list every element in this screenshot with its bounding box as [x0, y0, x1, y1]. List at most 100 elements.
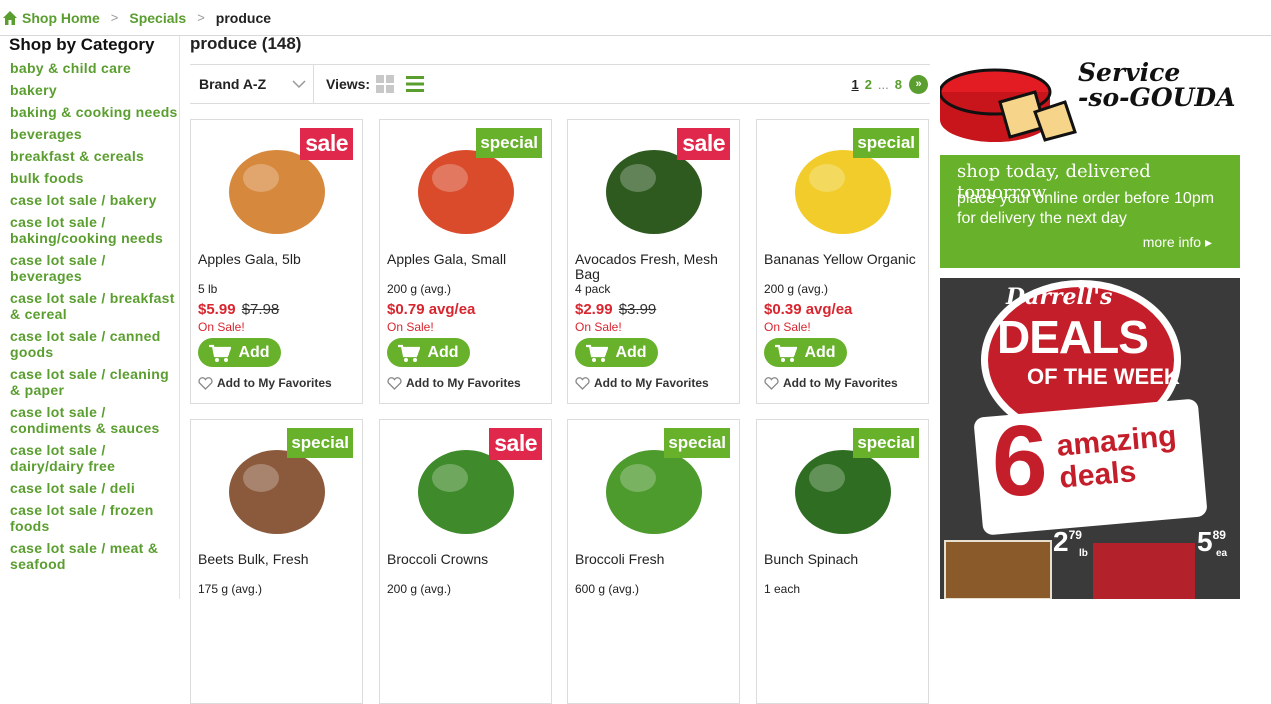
sidebar-item-baking-cooking-needs[interactable]: baking & cooking needs	[10, 104, 179, 120]
product-card[interactable]: sale Avocados Fresh, Mesh Bag 4 pack $2.99 …	[567, 119, 740, 404]
sidebar-item-case-lot-canned[interactable]: case lot sale / canned goods	[10, 328, 179, 360]
add-to-cart-button[interactable]: Add	[387, 338, 470, 367]
page-title: produce (148)	[190, 34, 302, 53]
product-size: 200 g (avg.)	[764, 282, 829, 296]
page-2-link[interactable]: 2	[865, 77, 872, 92]
product-image-cans	[1093, 543, 1195, 599]
favorites-label: Add to My Favorites	[406, 376, 521, 390]
sidebar-item-case-lot-bakery[interactable]: case lot sale / bakery	[10, 192, 179, 208]
product-name[interactable]: Apples Gala, Small	[387, 252, 547, 267]
add-to-favorites-link[interactable]: Add to My Favorites	[198, 376, 332, 390]
cheese-wheel-icon	[940, 68, 1077, 142]
product-name[interactable]: Bananas Yellow Organic	[764, 252, 924, 267]
product-name[interactable]: Broccoli Fresh	[575, 552, 735, 567]
on-sale-label: On Sale!	[387, 320, 434, 334]
product-price: $0.39 avg/ea	[764, 301, 852, 318]
brand-line-1: Service	[1078, 58, 1181, 87]
sidebar-item-case-lot-cleaning[interactable]: case lot sale / cleaning & paper	[10, 366, 179, 398]
breadcrumb-current: produce	[215, 9, 272, 26]
sort-dropdown[interactable]: Brand A-Z	[190, 65, 314, 103]
sidebar-item-case-lot-frozen[interactable]: case lot sale / frozen foods	[10, 502, 179, 534]
deal-price-1-main: 2	[1053, 526, 1069, 557]
add-button-label: Add	[615, 343, 647, 361]
page-1-link[interactable]: 1	[851, 77, 858, 92]
add-button-label: Add	[427, 343, 459, 361]
more-info-link[interactable]: more info ▸	[1143, 234, 1212, 251]
home-icon	[3, 10, 17, 25]
add-button-label: Add	[804, 343, 836, 361]
product-price: $2.99 $3.99	[575, 301, 656, 318]
page-last-link[interactable]: 8	[895, 77, 902, 92]
breadcrumb-specials[interactable]: Specials	[129, 10, 186, 26]
cart-icon	[209, 344, 232, 362]
product-name[interactable]: Bunch Spinach	[764, 552, 924, 567]
sidebar-item-case-lot-deli[interactable]: case lot sale / deli	[10, 480, 179, 496]
current-price: $5.99	[198, 301, 236, 318]
special-badge: special	[664, 428, 730, 458]
add-to-favorites-link[interactable]: Add to My Favorites	[387, 376, 521, 390]
product-card[interactable]: special Broccoli Fresh 600 g (avg.)	[567, 419, 740, 704]
deals-title: DEALS	[997, 311, 1149, 363]
original-price: $7.98	[241, 301, 280, 318]
product-card[interactable]: sale Broccoli Crowns 200 g (avg.)	[379, 419, 552, 704]
chevron-right-icon: >	[197, 10, 205, 25]
service-so-gouda-banner[interactable]: Service -so-GOUDA shop today, delivered …	[940, 36, 1240, 268]
add-to-favorites-link[interactable]: Add to My Favorites	[575, 376, 709, 390]
special-badge: special	[853, 128, 919, 158]
deals-subtitle: OF THE WEEK	[1027, 364, 1180, 389]
next-page-button[interactable]: »	[909, 74, 928, 94]
product-price: $0.79 avg/ea	[387, 301, 475, 318]
sidebar-item-breakfast-cereals[interactable]: breakfast & cereals	[10, 148, 179, 164]
list-view-icon[interactable]	[406, 76, 425, 92]
sidebar-item-case-lot-baking[interactable]: case lot sale / baking/cooking needs	[10, 214, 179, 246]
on-sale-label: On Sale!	[198, 320, 245, 334]
deal-price-1-unit: lb	[1079, 548, 1088, 559]
sidebar-item-case-lot-condiments[interactable]: case lot sale / condiments & sauces	[10, 404, 179, 436]
product-name[interactable]: Beets Bulk, Fresh	[198, 552, 358, 567]
product-name[interactable]: Broccoli Crowns	[387, 552, 547, 567]
special-badge: special	[287, 428, 353, 458]
product-size: 200 g (avg.)	[387, 582, 452, 596]
banner-body: place your online order before 10pm for …	[957, 190, 1215, 227]
sidebar-item-bakery[interactable]: bakery	[10, 82, 179, 98]
add-to-cart-button[interactable]: Add	[764, 338, 847, 367]
add-to-cart-button[interactable]: Add	[575, 338, 658, 367]
sidebar-title: Shop by Category	[9, 35, 155, 54]
chevron-right-icon: >	[110, 10, 119, 25]
sidebar-item-bulk-foods[interactable]: bulk foods	[10, 170, 179, 186]
special-badge: special	[476, 128, 542, 158]
product-size: 175 g (avg.)	[198, 582, 263, 596]
sidebar-item-baby-child-care[interactable]: baby & child care	[10, 60, 179, 76]
product-card[interactable]: special Bananas Yellow Organic 200 g (avg.…	[756, 119, 929, 404]
deal-price-1: 279 lb	[1053, 526, 1088, 559]
category-sidebar: Shop by Category baby & child care baker…	[0, 36, 180, 599]
sidebar-item-case-lot-beverages[interactable]: case lot sale / beverages	[10, 252, 179, 284]
favorites-label: Add to My Favorites	[594, 376, 709, 390]
sidebar-item-case-lot-breakfast[interactable]: case lot sale / breakfast & cereal	[10, 290, 179, 322]
deal-price-2: 589 ea	[1197, 526, 1227, 559]
product-name[interactable]: Apples Gala, 5lb	[198, 252, 358, 267]
on-sale-label: On Sale!	[575, 320, 622, 334]
product-size: 200 g (avg.)	[387, 282, 452, 296]
product-card[interactable]: special Apples Gala, Small 200 g (avg.) $0.…	[379, 119, 552, 404]
add-to-cart-button[interactable]: Add	[198, 338, 281, 367]
pagination-ellipsis: ...	[877, 76, 889, 92]
deals-tagline: amazing deals	[1055, 419, 1178, 495]
sidebar-item-beverages[interactable]: beverages	[10, 126, 179, 142]
product-card[interactable]: sale Apples Gala, 5lb 5 lb $5.99 $7.98 On Sa…	[190, 119, 363, 404]
original-price: $3.99	[618, 301, 657, 318]
deal-price-1-cents: 79	[1068, 528, 1082, 542]
product-name[interactable]: Avocados Fresh, Mesh Bag	[575, 252, 735, 282]
product-card[interactable]: special Beets Bulk, Fresh 175 g (avg.)	[190, 419, 363, 704]
deals-brand: Darrell's	[1006, 284, 1113, 310]
add-to-favorites-link[interactable]: Add to My Favorites	[764, 376, 898, 390]
cart-icon	[775, 344, 798, 362]
sidebar-item-case-lot-meat[interactable]: case lot sale / meat & seafood	[10, 540, 179, 572]
grid-view-icon[interactable]	[376, 75, 395, 93]
sort-label: Brand A-Z	[199, 76, 267, 92]
deals-of-the-week-banner[interactable]: Darrell's DEALS OF THE WEEK 6 amazing de…	[940, 278, 1240, 599]
product-card[interactable]: special Bunch Spinach 1 each	[756, 419, 929, 704]
breadcrumb-home-label[interactable]: Shop Home	[22, 10, 100, 26]
breadcrumb-home[interactable]: Shop Home	[2, 10, 100, 26]
sidebar-item-case-lot-dairy[interactable]: case lot sale / dairy/dairy free	[10, 442, 179, 474]
